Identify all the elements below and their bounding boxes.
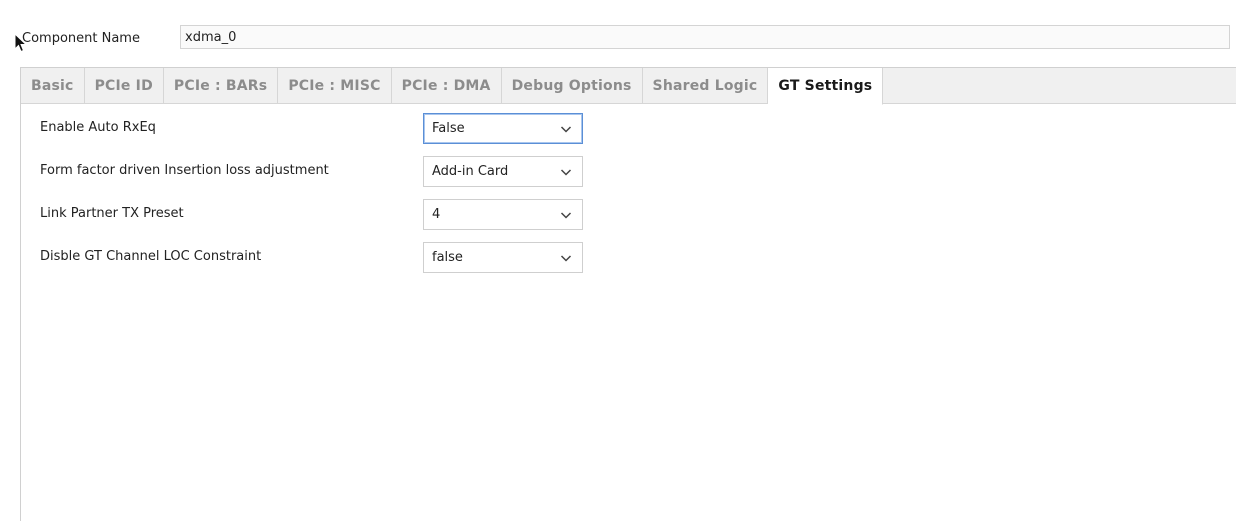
tab-pcie-dma[interactable]: PCIe : DMA xyxy=(392,68,502,104)
gt-settings-form: Enable Auto RxEq False Form factor drive… xyxy=(40,113,600,285)
link-partner-tx-preset-select[interactable]: 4 xyxy=(423,199,583,230)
form-factor-value: Add-in Card xyxy=(432,164,509,179)
tab-pcie-id[interactable]: PCIe ID xyxy=(85,68,164,104)
component-name-row: Component Name xyxy=(0,22,1236,56)
form-factor-select[interactable]: Add-in Card xyxy=(423,156,583,187)
chevron-down-icon xyxy=(560,255,572,262)
tab-shared-logic[interactable]: Shared Logic xyxy=(643,68,769,104)
enable-auto-rxeq-select[interactable]: False xyxy=(423,113,583,144)
chevron-down-icon xyxy=(560,169,572,176)
tab-pcie-misc[interactable]: PCIe : MISC xyxy=(278,68,392,104)
enable-auto-rxeq-value: False xyxy=(432,121,465,136)
ip-customization-page: Component Name Basic PCIe ID PCIe : BARs… xyxy=(0,0,1236,521)
chevron-down-icon xyxy=(560,212,572,219)
enable-auto-rxeq-label: Enable Auto RxEq xyxy=(40,120,156,135)
chevron-down-icon xyxy=(560,126,572,133)
gt-channel-loc-select[interactable]: false xyxy=(423,242,583,273)
link-partner-tx-preset-value: 4 xyxy=(432,207,441,222)
tab-debug-options[interactable]: Debug Options xyxy=(502,68,643,104)
tab-bar: Basic PCIe ID PCIe : BARs PCIe : MISC PC… xyxy=(21,68,1236,105)
gt-channel-loc-label: Disble GT Channel LOC Constraint xyxy=(40,249,262,264)
setting-row-gt-channel-loc: Disble GT Channel LOC Constraint false xyxy=(40,242,600,285)
link-partner-tx-preset-label: Link Partner TX Preset xyxy=(40,206,184,221)
tab-pcie-bars[interactable]: PCIe : BARs xyxy=(164,68,279,104)
tab-basic[interactable]: Basic xyxy=(21,68,85,104)
setting-row-form-factor: Form factor driven Insertion loss adjust… xyxy=(40,156,600,199)
tab-gt-settings[interactable]: GT Settings xyxy=(768,68,884,105)
form-factor-label: Form factor driven Insertion loss adjust… xyxy=(40,163,329,178)
setting-row-link-partner-tx-preset: Link Partner TX Preset 4 xyxy=(40,199,600,242)
component-name-input[interactable] xyxy=(180,25,1230,49)
setting-row-enable-auto-rxeq: Enable Auto RxEq False xyxy=(40,113,600,156)
mouse-pointer-icon xyxy=(14,33,28,53)
component-name-label: Component Name xyxy=(22,31,140,46)
gt-channel-loc-value: false xyxy=(432,250,463,265)
